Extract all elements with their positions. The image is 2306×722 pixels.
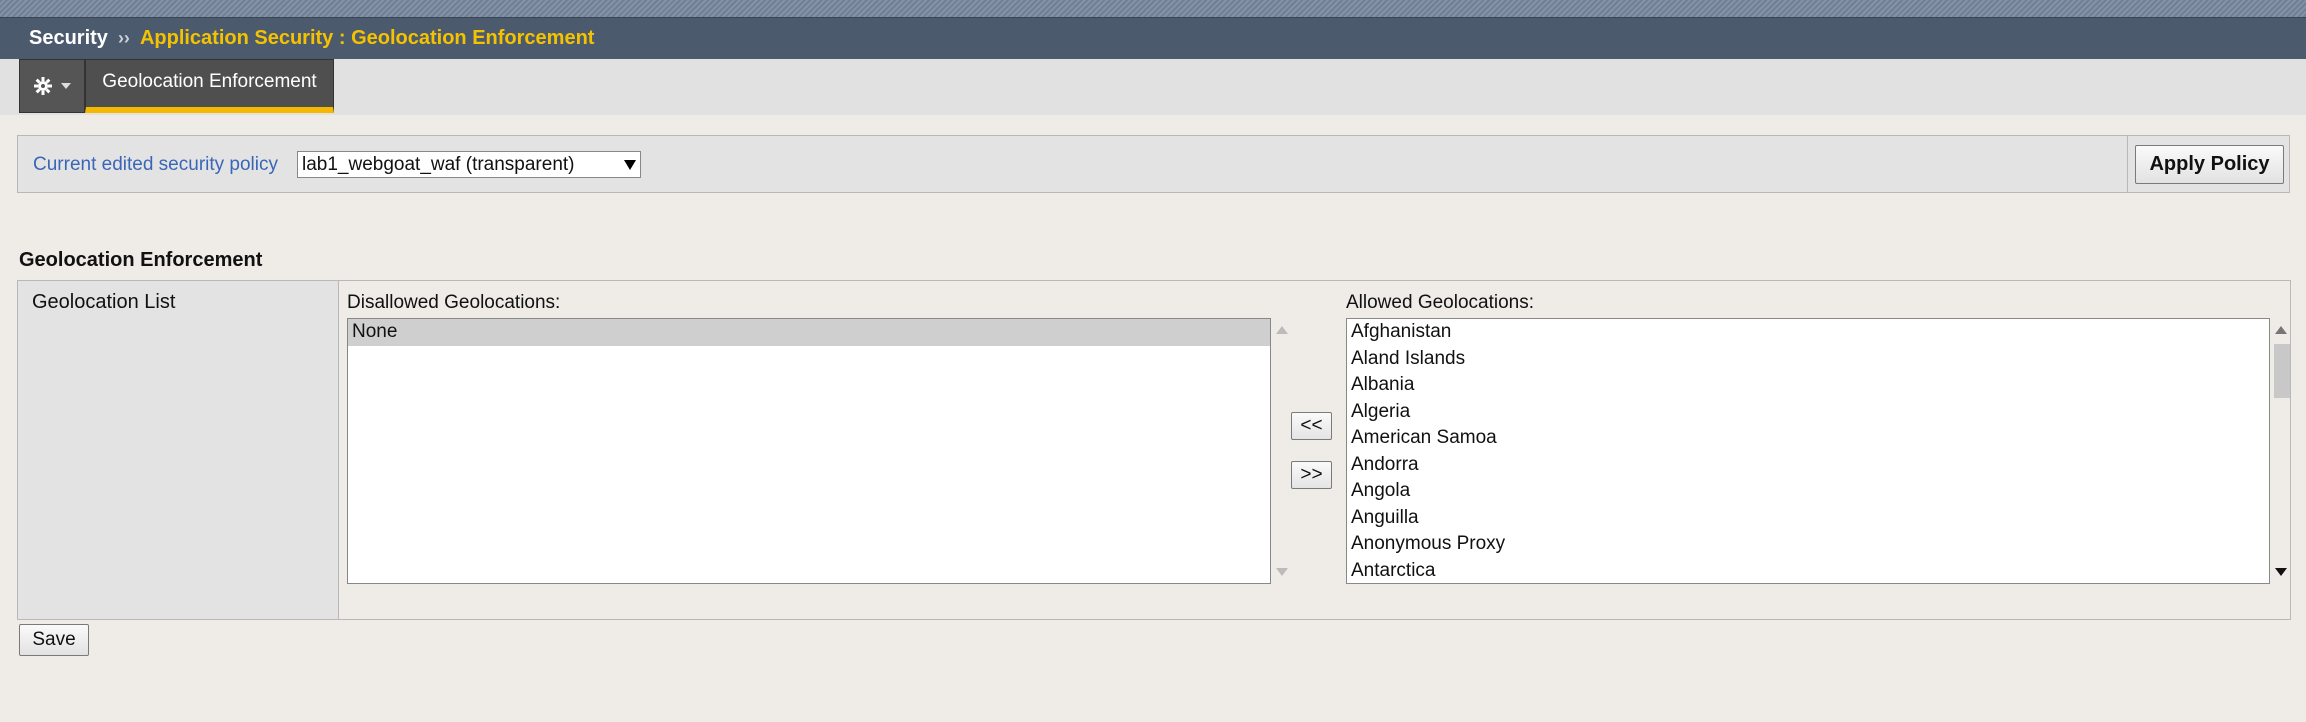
dropdown-arrow-icon xyxy=(624,159,636,170)
gear-icon xyxy=(34,77,52,95)
disallowed-listbox[interactable]: None xyxy=(347,318,1271,584)
top-banner-strip xyxy=(0,0,2306,17)
apply-policy-button[interactable]: Apply Policy xyxy=(2135,145,2284,184)
policy-select-value: lab1_webgoat_waf (transparent) xyxy=(302,153,575,175)
move-to-allowed-button[interactable]: >> xyxy=(1291,461,1332,489)
scroll-down-icon[interactable] xyxy=(2275,568,2287,576)
disallowed-scrollbar[interactable] xyxy=(1271,318,1293,584)
allowed-item[interactable]: Angola xyxy=(1347,478,2269,505)
divider xyxy=(2127,136,2128,192)
allowed-scrollbar[interactable] xyxy=(2270,318,2292,584)
policy-label[interactable]: Current edited security policy xyxy=(33,154,278,176)
allowed-title: Allowed Geolocations: xyxy=(1346,292,1534,313)
breadcrumb-root[interactable]: Security xyxy=(29,27,108,50)
section-title: Geolocation Enforcement xyxy=(19,249,263,271)
breadcrumb-separator: ›› xyxy=(117,28,130,48)
allowed-listbox[interactable]: Afghanistan Aland Islands Albania Algeria Am… xyxy=(1346,318,2270,584)
scroll-up-icon[interactable] xyxy=(2275,326,2287,334)
geolocation-list-label: Geolocation List xyxy=(32,291,176,313)
gear-menu-button[interactable] xyxy=(19,59,85,113)
allowed-item[interactable]: Anonymous Proxy xyxy=(1347,531,2269,558)
policy-select[interactable]: lab1_webgoat_waf (transparent) xyxy=(297,151,641,178)
row-label-cell: Geolocation List xyxy=(18,281,339,619)
save-button[interactable]: Save xyxy=(19,624,89,656)
scroll-up-icon[interactable] xyxy=(1276,326,1288,334)
tab-label: Geolocation Enforcement xyxy=(102,71,317,92)
allowed-item[interactable]: Andorra xyxy=(1347,452,2269,479)
scroll-thumb[interactable] xyxy=(2274,344,2290,398)
allowed-item[interactable]: American Samoa xyxy=(1347,425,2269,452)
breadcrumb-current: Application Security : Geolocation Enfor… xyxy=(139,27,595,49)
allowed-item[interactable]: Aland Islands xyxy=(1347,346,2269,373)
allowed-item[interactable]: Algeria xyxy=(1347,399,2269,426)
tab-bar: Geolocation Enforcement xyxy=(0,59,2306,115)
scroll-down-icon[interactable] xyxy=(1276,568,1288,576)
tab-geolocation-enforcement[interactable]: Geolocation Enforcement xyxy=(85,59,334,113)
allowed-item[interactable]: Afghanistan xyxy=(1347,319,2269,346)
allowed-item[interactable]: Anguilla xyxy=(1347,505,2269,532)
move-to-disallowed-button[interactable]: << xyxy=(1291,412,1332,440)
disallowed-item[interactable]: None xyxy=(348,319,1270,346)
chevron-down-icon xyxy=(61,83,71,89)
allowed-item[interactable]: Albania xyxy=(1347,372,2269,399)
disallowed-title: Disallowed Geolocations: xyxy=(347,292,561,313)
allowed-item[interactable]: Antarctica xyxy=(1347,558,2269,584)
policy-bar: Current edited security policy lab1_webg… xyxy=(17,135,2290,193)
geolocation-panel: Geolocation List Disallowed Geolocations… xyxy=(17,280,2291,620)
breadcrumb: Security ›› Application Security : Geolo… xyxy=(0,17,2306,59)
